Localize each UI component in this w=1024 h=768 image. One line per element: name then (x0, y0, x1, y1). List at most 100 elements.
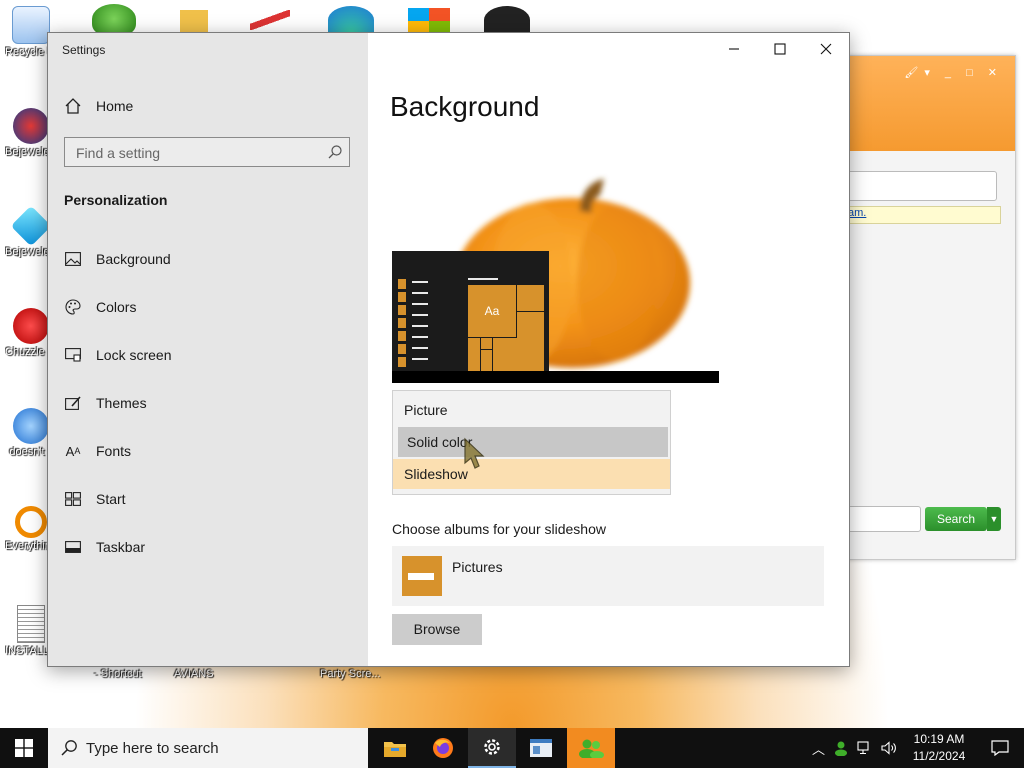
file-explorer-icon (384, 742, 406, 757)
mouse-cursor-icon (464, 437, 485, 469)
taskbar-firefox[interactable] (419, 728, 467, 768)
albums-label: Choose albums for your slideshow (392, 521, 606, 537)
preview-start-panel: Aa (392, 251, 549, 371)
palette-icon (65, 299, 81, 315)
system-tray: ︿ (812, 728, 897, 768)
desktop-label-avians[interactable]: AVIANS (174, 668, 214, 680)
find-setting-search-box[interactable]: Find a setting (64, 137, 350, 167)
dropdown-option-slideshow[interactable]: Slideshow (393, 459, 670, 489)
volume-icon[interactable] (881, 741, 897, 755)
nav-colors[interactable]: Colors (64, 297, 136, 317)
desktop-icon-label: Everything (5, 540, 49, 552)
search-icon (61, 740, 77, 756)
nav-fonts[interactable]: AA Fonts (64, 441, 131, 461)
background-app-search-button[interactable]: Search (925, 507, 987, 531)
network-icon[interactable] (857, 741, 873, 755)
desktop-icon-dark[interactable] (484, 6, 530, 34)
nav-taskbar[interactable]: Taskbar (64, 537, 145, 557)
page-title: Background (390, 91, 540, 122)
preview-tile-text: Aa (468, 285, 517, 338)
start-icon (65, 492, 81, 506)
search-placeholder: Find a setting (76, 145, 161, 161)
action-center-button[interactable] (976, 728, 1024, 768)
nav-themes[interactable]: Themes (64, 393, 147, 413)
nav-background[interactable]: Background (64, 249, 171, 269)
desktop-icon-label: Recycle Bin (5, 46, 49, 58)
desktop-icon-label: INSTALL (5, 645, 49, 657)
desktop-label-shortcut[interactable]: - Shortcut (94, 668, 142, 680)
background-app-input[interactable] (847, 171, 997, 201)
nav-label: Taskbar (96, 539, 146, 555)
background-app-link[interactable]: am. (847, 206, 1001, 224)
show-hidden-icons-icon[interactable]: ︿ (812, 739, 825, 758)
gear-icon (484, 739, 500, 755)
themes-icon (65, 396, 81, 410)
taskbar-search-placeholder: Type here to search (86, 739, 219, 757)
text-file-icon (17, 605, 45, 643)
fonts-icon: AA (65, 443, 81, 459)
background-type-dropdown[interactable]: Picture Solid color Slideshow (392, 390, 671, 495)
app-window-icon (530, 739, 552, 757)
windows-logo-icon (15, 739, 33, 757)
desktop-icon-users[interactable] (92, 4, 136, 34)
start-button[interactable] (0, 728, 48, 768)
taskbar: Type here to search ︿ 10:19 AM 11/2/2024 (0, 728, 1024, 768)
preview-lines (412, 281, 428, 367)
desktop-icon-label: Bejeweled 2 Deluxe (5, 146, 49, 158)
close-button[interactable] (803, 33, 849, 65)
nav-label: Start (96, 491, 126, 507)
clock[interactable]: 10:19 AM 11/2/2024 (906, 731, 972, 765)
desktop-label-party[interactable]: Party Scre... (320, 668, 381, 680)
preview-taskbar (392, 371, 719, 383)
taskbar-file-explorer[interactable] (371, 728, 419, 768)
nav-label: Themes (96, 395, 147, 411)
taskbar-icon (65, 541, 81, 553)
desktop-preview: Aa (392, 251, 719, 383)
picture-icon (65, 252, 81, 266)
clock-time: 10:19 AM (913, 732, 965, 746)
desktop-icon-tool[interactable] (180, 10, 208, 34)
taskbar-search-box[interactable]: Type here to search (48, 728, 368, 768)
everything-icon (15, 506, 47, 538)
notification-icon (991, 740, 1009, 756)
desktop-icon-label: Bejeweled Deluxe (5, 246, 49, 258)
dropdown-option-solid-color[interactable]: Solid color (398, 427, 668, 457)
background-app-search-input[interactable] (847, 506, 921, 532)
desktop-icon-label: doesn't (9, 446, 45, 458)
settings-window: Settings Home Find a setting Personaliza… (47, 32, 850, 667)
section-title: Personalization (64, 192, 168, 208)
background-app-search-dropdown[interactable]: ▼ (987, 507, 1001, 531)
taskbar-users-app[interactable] (567, 728, 615, 768)
album-item[interactable]: Pictures (392, 546, 824, 606)
recycle-bin-icon (12, 6, 50, 44)
desktop-icon-office[interactable] (408, 8, 450, 34)
desktop-icon-label: Chuzzle Deluxe (5, 346, 49, 358)
taskbar-window-app[interactable] (517, 728, 565, 768)
nav-label: Lock screen (96, 347, 172, 363)
desktop-icon-arrow[interactable] (250, 10, 290, 30)
thunderbird-icon (13, 408, 49, 444)
taskbar-settings[interactable] (468, 728, 516, 768)
dropdown-option-picture[interactable]: Picture (393, 395, 670, 425)
nav-lock-screen[interactable]: Lock screen (64, 345, 171, 365)
bejeweled-icon (10, 205, 52, 247)
search-icon (328, 145, 342, 159)
maximize-icon (774, 43, 786, 55)
album-name: Pictures (452, 559, 503, 575)
desktop-icon-edge[interactable] (328, 6, 374, 34)
preview-bars (398, 279, 406, 367)
firefox-icon (433, 738, 453, 758)
browse-button[interactable]: Browse (392, 614, 482, 645)
nav-label: Background (96, 251, 171, 267)
close-icon (820, 43, 832, 55)
background-app-window-controls[interactable]: 🖌▾ _ □ ✕ (904, 66, 1003, 79)
home-icon (65, 98, 81, 114)
minimize-button[interactable] (711, 33, 757, 65)
background-app-window[interactable]: 🖌▾ _ □ ✕ am. Search ▼ (846, 55, 1016, 560)
maximize-button[interactable] (757, 33, 803, 65)
window-caption-buttons (711, 33, 849, 65)
home-nav-item[interactable]: Home (64, 97, 133, 115)
nav-start[interactable]: Start (64, 489, 126, 509)
tray-users-icon[interactable] (833, 740, 849, 756)
minimize-icon (729, 48, 739, 50)
